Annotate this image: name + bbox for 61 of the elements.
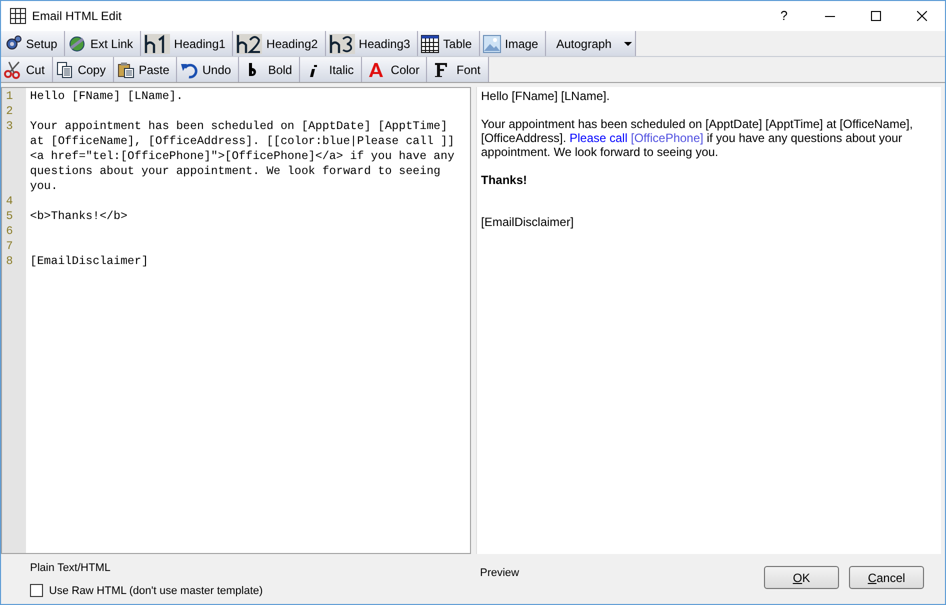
toolbar-button[interactable]: Undo	[177, 57, 240, 82]
toolbar-button[interactable]: Heading1	[141, 31, 234, 56]
globe-icon	[68, 34, 86, 52]
line-number: 1	[5, 89, 14, 104]
line-number: 8	[5, 254, 14, 269]
toolbar-button[interactable]: Copy	[52, 57, 114, 82]
toolbar-button[interactable]: Table	[418, 31, 480, 56]
toolbar-button[interactable]: Font	[427, 57, 488, 82]
line-number: 6	[5, 224, 14, 239]
code-line: at [OfficeName], [OfficeAddress]. [[color:blue|Please call ]]	[30, 134, 454, 149]
dialog-button[interactable]: OK	[764, 566, 839, 589]
preview-paragraph: Thanks!	[481, 173, 528, 187]
toolbar-button[interactable]: Color	[362, 57, 428, 82]
code-line: you.	[30, 179, 58, 194]
toolbar-button[interactable]: Cut	[1, 57, 53, 82]
paste-icon	[116, 60, 135, 78]
toolbar-button[interactable]: Heading3	[326, 31, 418, 56]
heading-three-icon	[328, 34, 355, 54]
toolbar-button[interactable]: Ext Link	[65, 31, 142, 56]
maximize-icon[interactable]	[871, 11, 881, 21]
caret-icon	[624, 42, 632, 46]
letter-a-icon	[368, 62, 383, 78]
toolbar-button[interactable]: Paste	[114, 57, 178, 82]
code-line: questions about your appointment. We look forward to seeing	[30, 164, 440, 179]
code-line: Hello [FName] [LName].	[30, 89, 184, 104]
dialog-button[interactable]: Cancel	[849, 566, 924, 589]
code-line: [EmailDisclaimer]	[30, 254, 148, 269]
line-number: 7	[5, 239, 14, 254]
editor-label: Plain Text/HTML	[30, 561, 112, 576]
toolbar-button[interactable]: Image	[480, 31, 546, 56]
preview-paragraph: Hello [FName] [LName].	[481, 89, 611, 103]
toolbar-button[interactable]: Bold	[239, 57, 300, 82]
line-number: 2	[5, 104, 14, 119]
line-number: 3	[5, 119, 14, 134]
code-editor[interactable]	[1, 87, 471, 554]
toolbar-button[interactable]: Setup	[1, 31, 66, 56]
line-number: 4	[5, 194, 14, 209]
heading-two-icon	[236, 34, 262, 54]
checkbox[interactable]	[30, 584, 43, 598]
code-line: <a href="tel:[OfficePhone]">[OfficePhone]</a> if you have any	[30, 149, 454, 164]
help-button[interactable]: ?	[761, 6, 807, 26]
preview-paragraph: [EmailDisclaimer]	[481, 215, 575, 229]
grid-icon	[10, 8, 26, 24]
toolbar-button[interactable]: Autograph	[546, 31, 636, 56]
image-icon	[482, 34, 501, 52]
table-icon	[421, 34, 440, 52]
phone-link[interactable]: [OfficePhone]	[630, 131, 704, 145]
scissors-icon	[4, 60, 22, 78]
toolbar-button[interactable]: Italic	[300, 57, 362, 82]
close-icon[interactable]	[917, 11, 927, 21]
preview-paragraph: Your appointment has been scheduled on [ApptDate] [ApptTime] at [OfficeName], [OfficeAddress]. Please call [OfficePhone] if you have any questions about your appointment. We look forward to seeing you.	[481, 117, 914, 159]
line-number: 5	[5, 209, 14, 224]
window-title: Email HTML Edit	[32, 8, 122, 25]
preview-label: Preview	[480, 567, 520, 579]
copy-icon	[56, 60, 74, 78]
code-line: <b>Thanks!</b>	[30, 209, 128, 224]
toolbar-button[interactable]: Heading2	[233, 31, 326, 56]
letter-f-icon	[434, 62, 448, 78]
heading-one-icon	[144, 34, 170, 54]
checkbox-label[interactable]: Use Raw HTML (don't use master template)	[49, 582, 263, 599]
code-line: Your appointment has been scheduled on [ApptDate] [ApptTime]	[30, 119, 448, 134]
